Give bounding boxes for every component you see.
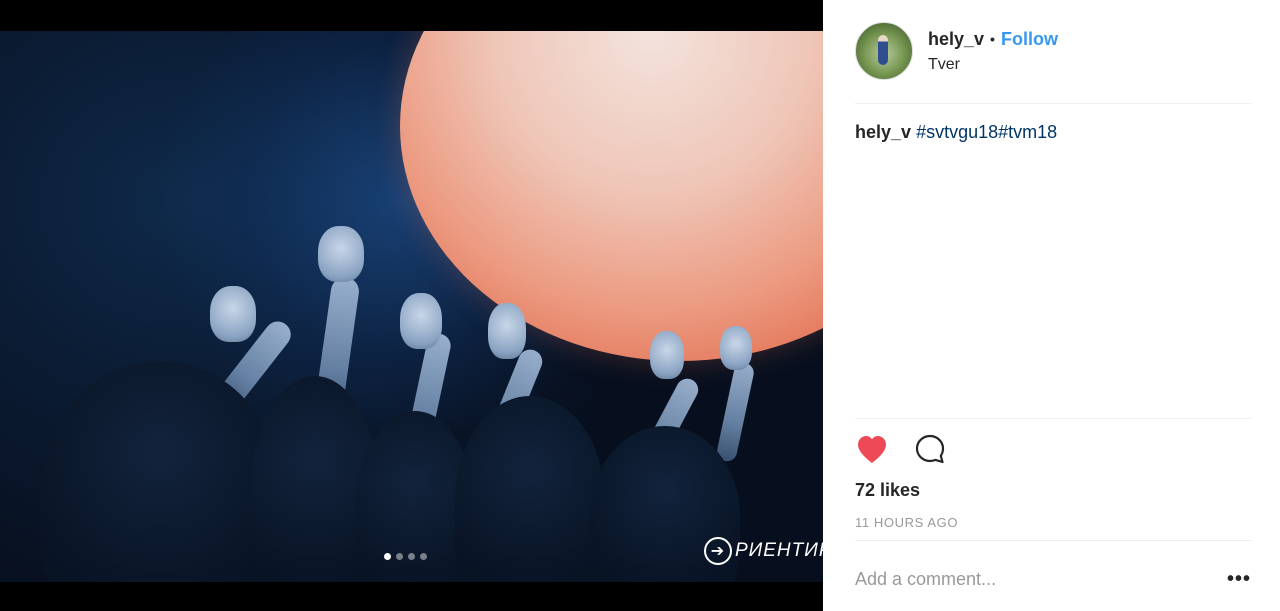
post-sidebar: hely_v • Follow Tver hely_v #svtvgu18#tv… <box>823 0 1280 611</box>
carousel-dot[interactable] <box>420 553 427 560</box>
watermark-text: РИЕНТИР <box>735 540 823 561</box>
more-options-icon[interactable]: ••• <box>1227 568 1251 591</box>
hand <box>650 331 684 379</box>
caption-username[interactable]: hely_v <box>855 122 911 142</box>
comment-input[interactable] <box>855 569 1195 590</box>
action-bar <box>855 432 947 466</box>
caption-hashtags[interactable]: #svtvgu18#tvm18 <box>916 122 1057 142</box>
location-link[interactable]: Tver <box>928 56 1058 74</box>
post-header: hely_v • Follow Tver <box>855 22 1058 80</box>
hand <box>488 303 526 359</box>
hand <box>400 293 442 349</box>
username-link[interactable]: hely_v <box>928 29 984 50</box>
comment-icon[interactable] <box>913 432 947 466</box>
carousel-dot[interactable] <box>396 553 403 560</box>
follow-button[interactable]: Follow <box>1001 29 1058 50</box>
separator-dot: • <box>990 31 995 47</box>
divider <box>855 418 1251 419</box>
watermark-logo: ➔ РИЕНТИР <box>704 537 823 565</box>
arrow-right-icon: ➔ <box>704 537 732 565</box>
post-timestamp[interactable]: 11 HOURS AGO <box>855 515 958 530</box>
carousel-dot[interactable] <box>408 553 415 560</box>
header-names: hely_v • Follow Tver <box>928 29 1058 74</box>
hand <box>720 326 752 370</box>
heart-icon[interactable] <box>855 432 889 466</box>
post: ➔ РИЕНТИР hely_v • Follow Tver hely_v #s… <box>0 0 1280 611</box>
arm <box>715 361 756 464</box>
likes-count[interactable]: 72 likes <box>855 480 920 501</box>
divider <box>855 540 1251 541</box>
user-line: hely_v • Follow <box>928 29 1058 50</box>
caption: hely_v #svtvgu18#tvm18 <box>855 122 1057 143</box>
avatar-figure <box>878 35 888 65</box>
post-photo[interactable] <box>0 31 823 582</box>
comment-bar: ••• <box>855 568 1251 591</box>
carousel-indicator[interactable] <box>384 553 427 560</box>
hand <box>210 286 256 342</box>
divider <box>855 103 1251 104</box>
avatar[interactable] <box>855 22 913 80</box>
post-media[interactable]: ➔ РИЕНТИР <box>0 0 823 611</box>
carousel-dot-active[interactable] <box>384 553 391 560</box>
hand <box>318 226 364 282</box>
